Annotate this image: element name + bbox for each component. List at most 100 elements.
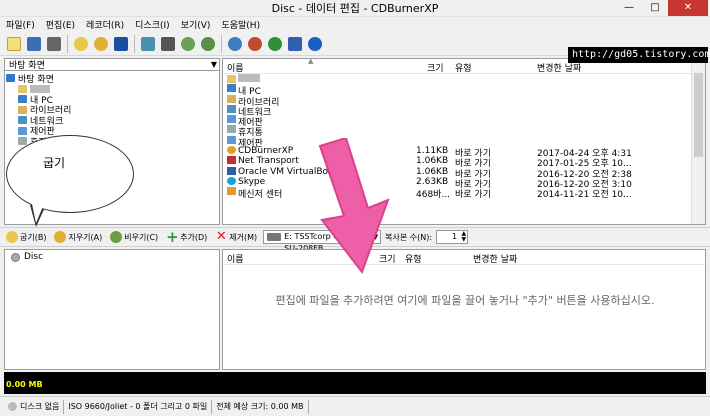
callout-bubble: 굽기 <box>6 135 134 213</box>
add-button[interactable]: + 추가(D) <box>164 228 209 246</box>
drive-icon <box>267 233 282 241</box>
folder-tree: 바탕 화면 내 PC 라이브러리 네트워크 제어판 휴지통 <box>6 73 216 148</box>
burn-disc-button[interactable] <box>91 34 110 53</box>
column-size[interactable]: 크기 <box>427 61 444 74</box>
menu-help[interactable]: 도움말(H) <box>221 18 260 31</box>
about-button[interactable] <box>305 34 324 53</box>
file-row[interactable]: 라이브러리 <box>223 94 705 108</box>
control-panel-icon <box>227 135 236 144</box>
disc-info-button[interactable] <box>111 34 130 53</box>
tree-node-desktop[interactable]: 바탕 화면 <box>6 73 216 85</box>
blurred-label <box>238 74 260 82</box>
column-type[interactable]: 유형 <box>455 61 472 74</box>
status-disc: 디스크 없음 <box>4 399 65 414</box>
close-button[interactable]: ✕ <box>668 0 708 16</box>
file-row[interactable]: 네트워크 <box>223 104 705 118</box>
library-icon <box>227 94 236 103</box>
chevron-down-icon[interactable]: ▼ <box>211 60 217 69</box>
recycle-bin-icon <box>18 137 27 146</box>
arrow-left-icon <box>180 36 195 51</box>
save-button[interactable] <box>24 34 43 53</box>
file-list-scrollbar[interactable] <box>691 59 705 224</box>
back-button[interactable] <box>178 34 197 53</box>
remove-button[interactable]: ✕ 제거(M) <box>213 228 259 246</box>
disc-erase-icon <box>73 36 88 51</box>
blurred-label <box>30 84 50 93</box>
disc-burn-icon <box>6 231 18 243</box>
web-button[interactable] <box>265 34 284 53</box>
pink-arrow-annotation <box>318 138 390 275</box>
file-row[interactable]: 메신저 센터 468바... 바로 가기 2014-11-21 오전 10... <box>223 187 705 200</box>
messenger-icon <box>227 187 236 196</box>
tools-icon <box>247 36 262 51</box>
file-row[interactable]: 휴지통 <box>223 125 705 138</box>
location-combo[interactable]: 바탕 화면 ▼ <box>4 58 220 71</box>
column-name[interactable]: 이름 <box>227 252 244 265</box>
sort-arrow-icon: ▲ <box>308 58 314 65</box>
disc-erase-icon <box>54 231 67 243</box>
disc-info-icon <box>113 36 128 51</box>
menu-edit[interactable]: 편집(E) <box>46 18 75 31</box>
clear-button[interactable]: 비우기(C) <box>108 228 160 246</box>
menu-recorder[interactable]: 레코더(R) <box>86 18 124 31</box>
drive-icon <box>140 36 155 51</box>
forward-button[interactable] <box>198 34 217 53</box>
help-button[interactable] <box>285 34 304 53</box>
help-icon <box>287 36 302 51</box>
new-button[interactable] <box>4 34 23 53</box>
disc-node[interactable]: Disc <box>11 252 43 262</box>
erase-button[interactable]: 지우기(A) <box>52 228 104 246</box>
tools-button[interactable] <box>245 34 264 53</box>
file-row[interactable]: Oracle VM VirtualBox 1.06KB 바로 가기 2016-1… <box>223 166 705 180</box>
arrow-down-icon <box>318 138 390 275</box>
disc-tree-pane[interactable]: Disc <box>4 249 220 370</box>
options-button[interactable] <box>225 34 244 53</box>
column-name[interactable]: 이름 <box>227 61 244 74</box>
capacity-text: 0.00 MB <box>6 380 43 389</box>
scrollbar-thumb[interactable] <box>694 73 703 157</box>
location-combo-value: 바탕 화면 <box>9 61 45 71</box>
copies-stepper[interactable]: 1 ▲ ▼ <box>436 230 469 244</box>
minimize-button[interactable]: — <box>616 0 642 16</box>
computer-icon <box>18 95 27 104</box>
maximize-button[interactable]: □ <box>642 0 668 16</box>
file-list-pane[interactable]: 이름 ▲ 크기 유형 변경한 날짜 내 PC 라이브러리 네트워크 제어판 휴지… <box>222 58 706 225</box>
status-bar: 디스크 없음 ISO 9660/Joliet - 0 폴더 그리고 0 파일 전… <box>0 396 710 416</box>
new-file-icon <box>6 36 21 51</box>
file-row[interactable] <box>223 74 705 84</box>
file-row[interactable]: Net Transport 1.06KB 바로 가기 2017-01-25 오후… <box>223 156 705 169</box>
menu-disc[interactable]: 디스크(I) <box>135 18 170 31</box>
menu-view[interactable]: 보기(V) <box>181 18 211 31</box>
capacity-bar: 0.00 MB <box>4 372 706 394</box>
user-folder-icon <box>18 84 27 93</box>
file-row[interactable]: 제어판 <box>223 115 705 128</box>
print-button[interactable] <box>44 34 63 53</box>
erase-disc-button[interactable] <box>71 34 90 53</box>
plus-icon: + <box>166 228 179 246</box>
disc-burn-icon <box>93 36 108 51</box>
file-row[interactable]: 제어판 <box>223 135 705 149</box>
desktop-icon <box>6 74 15 83</box>
eject-button[interactable] <box>158 34 177 53</box>
menu-file[interactable]: 파일(F) <box>6 18 35 31</box>
burn-button[interactable]: 굽기(B) <box>4 228 48 246</box>
file-row[interactable]: CDBurnerXP 1.11KB 바로 가기 2017-04-24 오후 4:… <box>223 146 705 159</box>
spin-arrows-icon[interactable]: ▲ ▼ <box>461 231 466 243</box>
callout-label: 굽기 <box>43 156 66 170</box>
computer-icon <box>227 84 236 93</box>
copies-value: 1 <box>451 232 458 241</box>
file-row[interactable]: 내 PC <box>223 84 705 97</box>
skype-icon <box>227 176 236 185</box>
compilation-pane[interactable]: 이름 크기 유형 변경한 날짜 편집에 파일을 추가하려면 여기에 파일을 끌어… <box>222 249 706 370</box>
drive-button[interactable] <box>138 34 157 53</box>
eject-icon <box>160 36 175 51</box>
network-icon <box>227 104 236 113</box>
arrow-right-icon <box>200 36 215 51</box>
column-modified[interactable]: 변경한 날짜 <box>473 252 517 265</box>
window-controls: — □ ✕ <box>616 0 708 16</box>
toolbar-separator <box>134 34 135 53</box>
info-icon <box>307 36 322 51</box>
file-row[interactable]: Skype 2.63KB 바로 가기 2016-12-20 오전 3:10 <box>223 176 705 190</box>
net-transport-icon <box>227 156 236 165</box>
library-icon <box>18 105 27 114</box>
